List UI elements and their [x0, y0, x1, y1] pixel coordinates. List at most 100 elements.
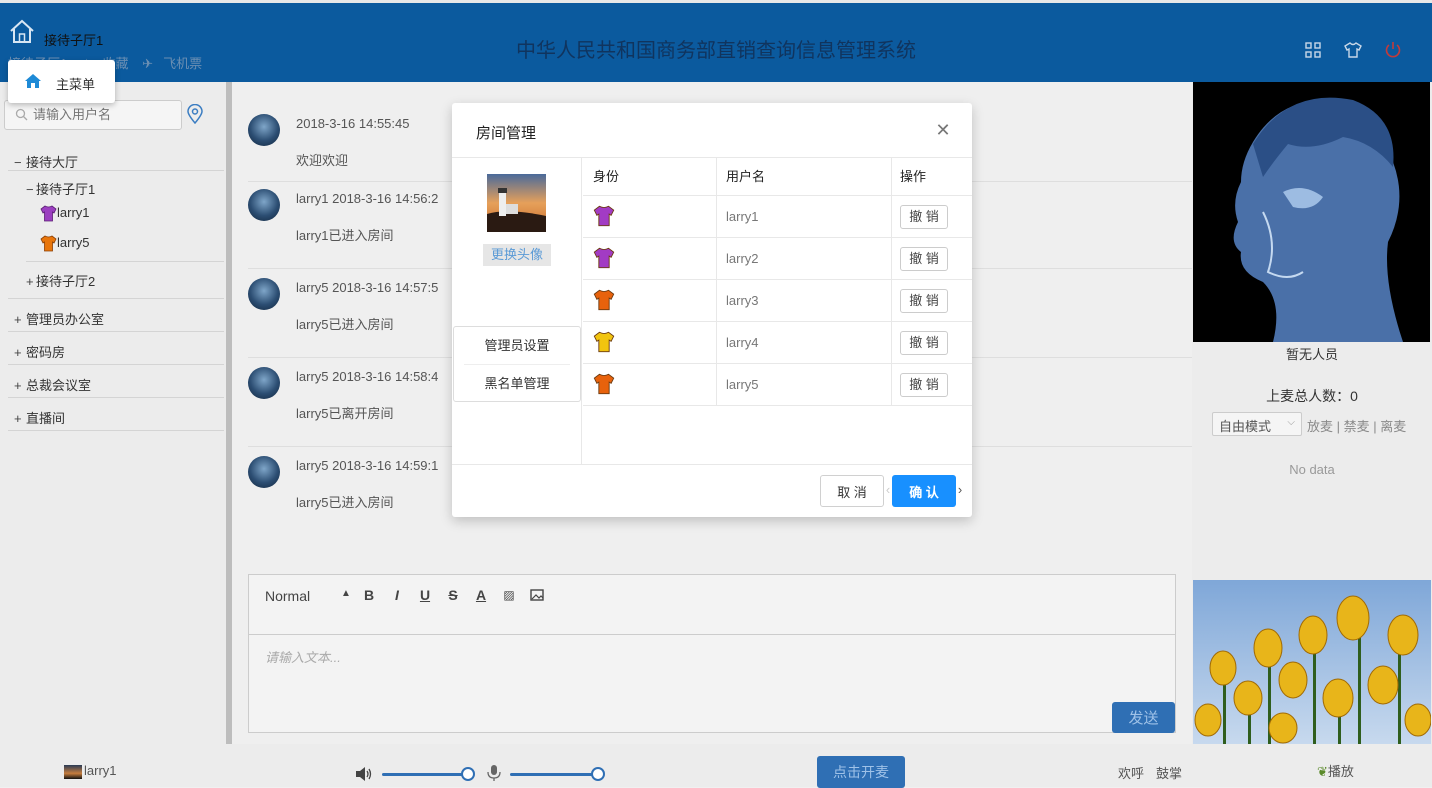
clap-button[interactable]: 鼓掌: [1156, 763, 1182, 782]
modal-menu: 管理员设置 黑名单管理: [453, 326, 581, 402]
menu-blacklist[interactable]: 黑名单管理: [454, 365, 580, 403]
mode-select-value: 自由模式: [1219, 419, 1272, 434]
tshirt-icon[interactable]: [1344, 41, 1362, 59]
tree-user-larry5[interactable]: larry5: [40, 235, 90, 252]
format-select[interactable]: Normal: [265, 588, 310, 604]
no-data-label: No data: [1289, 462, 1335, 477]
col-role: 身份: [593, 169, 620, 184]
cancel-button[interactable]: 取 消: [820, 475, 884, 507]
send-button[interactable]: 发送: [1112, 702, 1175, 733]
editor-toolbar: Normal ▲ B I U S A ▨: [249, 575, 1175, 635]
message-body: larry5已进入房间: [296, 495, 394, 510]
footer-user: larry1: [64, 763, 117, 779]
location-pin-icon[interactable]: [186, 104, 204, 124]
change-avatar-button[interactable]: 更换头像: [483, 244, 551, 266]
row-username: larry4: [726, 335, 759, 350]
release-mic-link[interactable]: 放麦: [1307, 419, 1333, 434]
background-color-icon[interactable]: ▨: [501, 587, 517, 603]
avatar: [248, 278, 280, 310]
message-meta: 2018-3-16 14:55:45: [296, 116, 410, 131]
ban-mic-link[interactable]: 禁麦: [1344, 419, 1370, 434]
microphone-icon[interactable]: [486, 764, 502, 782]
volume-icon[interactable]: [355, 766, 373, 782]
mic-slider[interactable]: [510, 773, 598, 776]
table-row: larry1 撤 销: [583, 196, 972, 238]
table-row: larry3 撤 销: [583, 280, 972, 322]
tree-user-larry1[interactable]: larry1: [40, 205, 90, 222]
volume-slider[interactable]: [382, 773, 468, 776]
power-icon[interactable]: [1384, 41, 1402, 59]
message-meta: larry5 2018-3-16 14:57:5: [296, 280, 439, 295]
mic-count-label: 上麦总人数：0: [1266, 388, 1358, 404]
revoke-button[interactable]: 撤 销: [900, 247, 948, 271]
orange-robe-icon: [40, 235, 57, 252]
avatar: [248, 367, 280, 399]
grid-icon[interactable]: [1304, 41, 1322, 59]
table-row: larry5 撤 销: [583, 364, 972, 406]
revoke-button[interactable]: 撤 销: [900, 205, 948, 229]
underline-icon[interactable]: U: [417, 587, 433, 603]
role-robe-icon: [593, 205, 615, 227]
table-row: larry2 撤 销: [583, 238, 972, 280]
confirm-button[interactable]: 确 认: [892, 475, 956, 507]
revoke-button[interactable]: 撤 销: [900, 373, 948, 397]
mic-slider-handle[interactable]: [591, 767, 605, 781]
leave-mic-link[interactable]: 离麦: [1380, 419, 1406, 434]
open-mic-button[interactable]: 点击开麦: [817, 756, 905, 788]
main-menu-button[interactable]: 主菜单: [8, 60, 115, 103]
footer-username: larry1: [84, 763, 117, 778]
row-username: larry5: [726, 377, 759, 392]
leaf-icon: ❦: [1317, 764, 1328, 779]
sidebar: −接待大厅 −接待子厅1 larry1 larry5 +接待子厅2 +管理员办公…: [0, 82, 226, 744]
format-select-arrows-icon[interactable]: ▲: [341, 588, 351, 599]
role-robe-icon: [593, 289, 615, 311]
mic-actions: 放麦 | 禁麦 | 离麦: [1307, 419, 1407, 434]
table-header: 身份 用户名 操作: [583, 158, 972, 196]
table-row: larry4 撤 销: [583, 322, 972, 364]
room-management-modal: 房间管理 ✕ 更换头像 管理员设置 黑名单管理 身份 用户名 操作 larry1…: [452, 103, 972, 517]
footer: larry1 点击开麦 欢呼 鼓掌 ❦播放: [0, 744, 1432, 788]
user-search-box: [4, 100, 182, 130]
right-panel: 暂无人员 上麦总人数：0 自由模式 ⌵ 放麦 | 禁麦 | 离麦 No data: [1192, 82, 1432, 744]
bold-icon[interactable]: B: [361, 587, 377, 603]
image-icon[interactable]: [529, 587, 545, 603]
revoke-button[interactable]: 撤 销: [900, 289, 948, 313]
message-body: larry5已进入房间: [296, 317, 394, 332]
role-robe-icon: [593, 331, 615, 353]
play-button[interactable]: ❦播放: [1317, 761, 1354, 780]
page-title: 中华人民共和国商务部直销查询信息管理系统: [516, 40, 916, 62]
user-search-input[interactable]: [33, 107, 173, 122]
menu-admin-settings[interactable]: 管理员设置: [454, 327, 580, 365]
avatar: [248, 114, 280, 146]
message-body: 欢迎欢迎: [296, 153, 349, 168]
tree-node-password-room[interactable]: + 密码房: [14, 342, 65, 361]
message-editor: Normal ▲ B I U S A ▨ 请输入文本...: [248, 574, 1176, 733]
tree-node-subhall-1[interactable]: − 接待子厅1: [26, 179, 95, 198]
col-action: 操作: [900, 169, 927, 184]
volume-slider-handle[interactable]: [461, 767, 475, 781]
search-icon: [15, 108, 28, 121]
no-person-label: 暂无人员: [1285, 347, 1338, 362]
text-color-icon[interactable]: A: [473, 587, 489, 603]
italic-icon[interactable]: I: [389, 587, 405, 603]
avatar: [248, 456, 280, 488]
speaker-portrait: [1193, 82, 1430, 342]
message-body: larry5已离开房间: [296, 406, 394, 421]
role-robe-icon: [593, 373, 615, 395]
tree-node-live-room[interactable]: + 直播间: [14, 408, 65, 427]
tree-node-subhall-2[interactable]: + 接待子厅2: [26, 271, 95, 290]
message-body: larry1已进入房间: [296, 228, 394, 243]
tree-node-ceo-room[interactable]: + 总裁会议室: [14, 375, 91, 394]
row-username: larry2: [726, 251, 759, 266]
revoke-button[interactable]: 撤 销: [900, 331, 948, 355]
tree-node-lobby[interactable]: − 接待大厅: [14, 152, 78, 171]
cheer-button[interactable]: 欢呼: [1118, 763, 1144, 782]
strike-icon[interactable]: S: [445, 587, 461, 603]
purple-robe-icon: [40, 205, 57, 222]
col-username: 用户名: [726, 169, 766, 184]
close-icon[interactable]: ✕: [934, 121, 952, 139]
editor-input[interactable]: 请输入文本...: [265, 647, 341, 666]
main-menu-label: 主菜单: [56, 77, 96, 92]
tree-node-admin-office[interactable]: + 管理员办公室: [14, 309, 104, 328]
mode-select[interactable]: 自由模式 ⌵: [1212, 412, 1302, 436]
